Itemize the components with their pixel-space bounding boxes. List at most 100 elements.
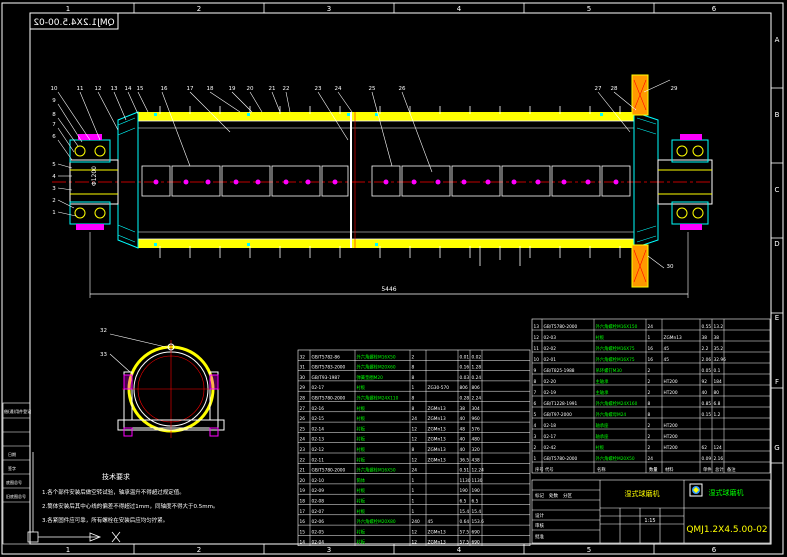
bom-cell: 外六角螺栓M16X75 [596, 345, 635, 352]
grid-col-label: 1 [66, 546, 70, 554]
bom-cell: 17 [300, 509, 306, 515]
title-label: 标记 [535, 492, 544, 499]
bom-cell: 21 [300, 468, 306, 474]
bom-cell: 57.5 [460, 529, 470, 535]
bom-cell: 02-16 [312, 406, 325, 412]
bom-cell: 2 [648, 368, 651, 374]
stamp-label: 旧底图总号 [6, 493, 26, 499]
bom-cell: 02-20 [544, 379, 557, 385]
bom-cell: 11 [534, 346, 540, 352]
bom-header: 序号 [535, 466, 544, 473]
svg-text:13: 13 [111, 86, 118, 92]
bom-cell: 24 [300, 437, 306, 443]
bom-cell: 衬板 [357, 539, 366, 546]
scale-value: 1:15 [644, 518, 655, 524]
bom-cell: GB/T5780-2000 [544, 456, 578, 462]
grid-col-label: 2 [197, 546, 201, 554]
bom-cell: 19 [300, 488, 306, 494]
bom-cell: 0.02 [472, 354, 482, 360]
stamp-label: 底图总号 [6, 479, 22, 485]
grid-col-label: 5 [587, 546, 591, 554]
bom-cell: 1 [534, 456, 537, 462]
bom-cell: 1 [412, 478, 415, 484]
bom-cell: 0.28 [460, 396, 470, 402]
bom-cell: GB/T5783-2000 [312, 365, 346, 371]
grid-col-label: 2 [197, 5, 201, 13]
bom-cell: 轴承座 [596, 422, 610, 429]
bom-cell: 1 [648, 335, 651, 341]
bom-cell: 38 [702, 335, 708, 341]
svg-text:25: 25 [369, 86, 376, 92]
notes-line: 3.各紧固件应可靠，所有螺栓在安装后应均匀拧紧。 [42, 516, 168, 524]
drawing-name: 湿式球磨机 [709, 488, 744, 497]
bom-cell: 主轴承 [596, 389, 610, 396]
bom-cell: 6 [534, 401, 537, 407]
bom-cell: 外六角螺栓M16X75 [596, 356, 635, 363]
bom-cell: 8 [534, 379, 537, 385]
svg-text:29: 29 [671, 86, 678, 92]
bom-cell: 62 [702, 445, 708, 451]
bom-cell: 0.51 [460, 468, 470, 474]
bom-cell: 27 [300, 406, 306, 412]
grid-col-label: 1 [66, 5, 70, 13]
bom-cell: 40 [460, 437, 466, 443]
bom-cell: 衬板 [357, 436, 366, 443]
left-stamp [2, 402, 31, 545]
bom-cell: 24 [648, 324, 654, 330]
bom-cell: 9 [534, 368, 537, 374]
bom-cell: 衬板 [357, 487, 366, 494]
bom-cell: 6.5 [472, 499, 479, 505]
bom-cell: 02-11 [312, 457, 325, 463]
bom-cell: 02-01 [544, 357, 557, 363]
bom-cell: 304 [472, 406, 480, 412]
svg-text:28: 28 [611, 86, 618, 92]
bom-cell: 1 [412, 509, 415, 515]
bom-cell: 2 [648, 434, 651, 440]
bom-cell: 1 [412, 385, 415, 391]
feed-head [117, 111, 139, 249]
bom-cell: GB/T5782-86 [312, 354, 341, 360]
bom-cell: 0.01 [460, 354, 470, 360]
bom-cell: 30 [300, 375, 306, 381]
bom-cell: 2.2 [702, 346, 709, 352]
bom-cell: 2 [412, 354, 415, 360]
stamp-label: 日期 [8, 451, 16, 457]
bom-cell: 40 [460, 447, 466, 453]
bom-cell: HT200 [664, 379, 678, 385]
bom-cell: 衬板 [357, 415, 366, 422]
bom-cell: ZGMn13 [664, 335, 682, 341]
bom-cell: 02-08 [312, 499, 325, 505]
bom-cell: 80 [714, 390, 720, 396]
bom-cell: 4 [534, 423, 537, 429]
grid-row-label: G [774, 444, 779, 452]
bom-cell: 28 [300, 396, 306, 402]
bom-cell: 1130 [460, 478, 471, 484]
bom-cell: 12 [412, 529, 418, 535]
bom-header: 材料 [665, 466, 674, 473]
bom-cell: 8 [648, 401, 651, 407]
bom-cell: GB/T825-1988 [544, 368, 575, 374]
bom-cell: 29 [300, 385, 306, 391]
bom-cell: 24 [412, 468, 418, 474]
grid-col-label: 3 [327, 5, 331, 13]
svg-text:14: 14 [125, 86, 132, 92]
company-logo [689, 483, 703, 497]
bom-cell: 15.4 [460, 509, 470, 515]
bom-cell: 40 [702, 390, 708, 396]
grid-row-label: F [775, 378, 779, 386]
length-dimension: 5446 [381, 286, 396, 293]
title-label: 批准 [535, 533, 544, 540]
bom-cell: 184 [714, 379, 722, 385]
bom-cell: 02-04 [312, 540, 325, 546]
bom-cell: 45 [664, 357, 670, 363]
bom-cell: HT200 [664, 445, 678, 451]
bom-cell: 6.8 [714, 401, 721, 407]
bom-cell: HT200 [664, 434, 678, 440]
bom-cell: ZGMn13 [428, 426, 446, 432]
bom-cell: 16 [648, 357, 654, 363]
bom-table-right: 13 GB/T5780-2000 外六角螺栓M16X150 24 0.55 13.212 0… [531, 318, 771, 474]
bom-cell: 124 [714, 445, 722, 451]
bom-cell: 45 [428, 519, 434, 525]
bom-cell: 10 [534, 357, 540, 363]
drawing-number: QMJ1.2X4.5.00-02 [686, 525, 767, 535]
